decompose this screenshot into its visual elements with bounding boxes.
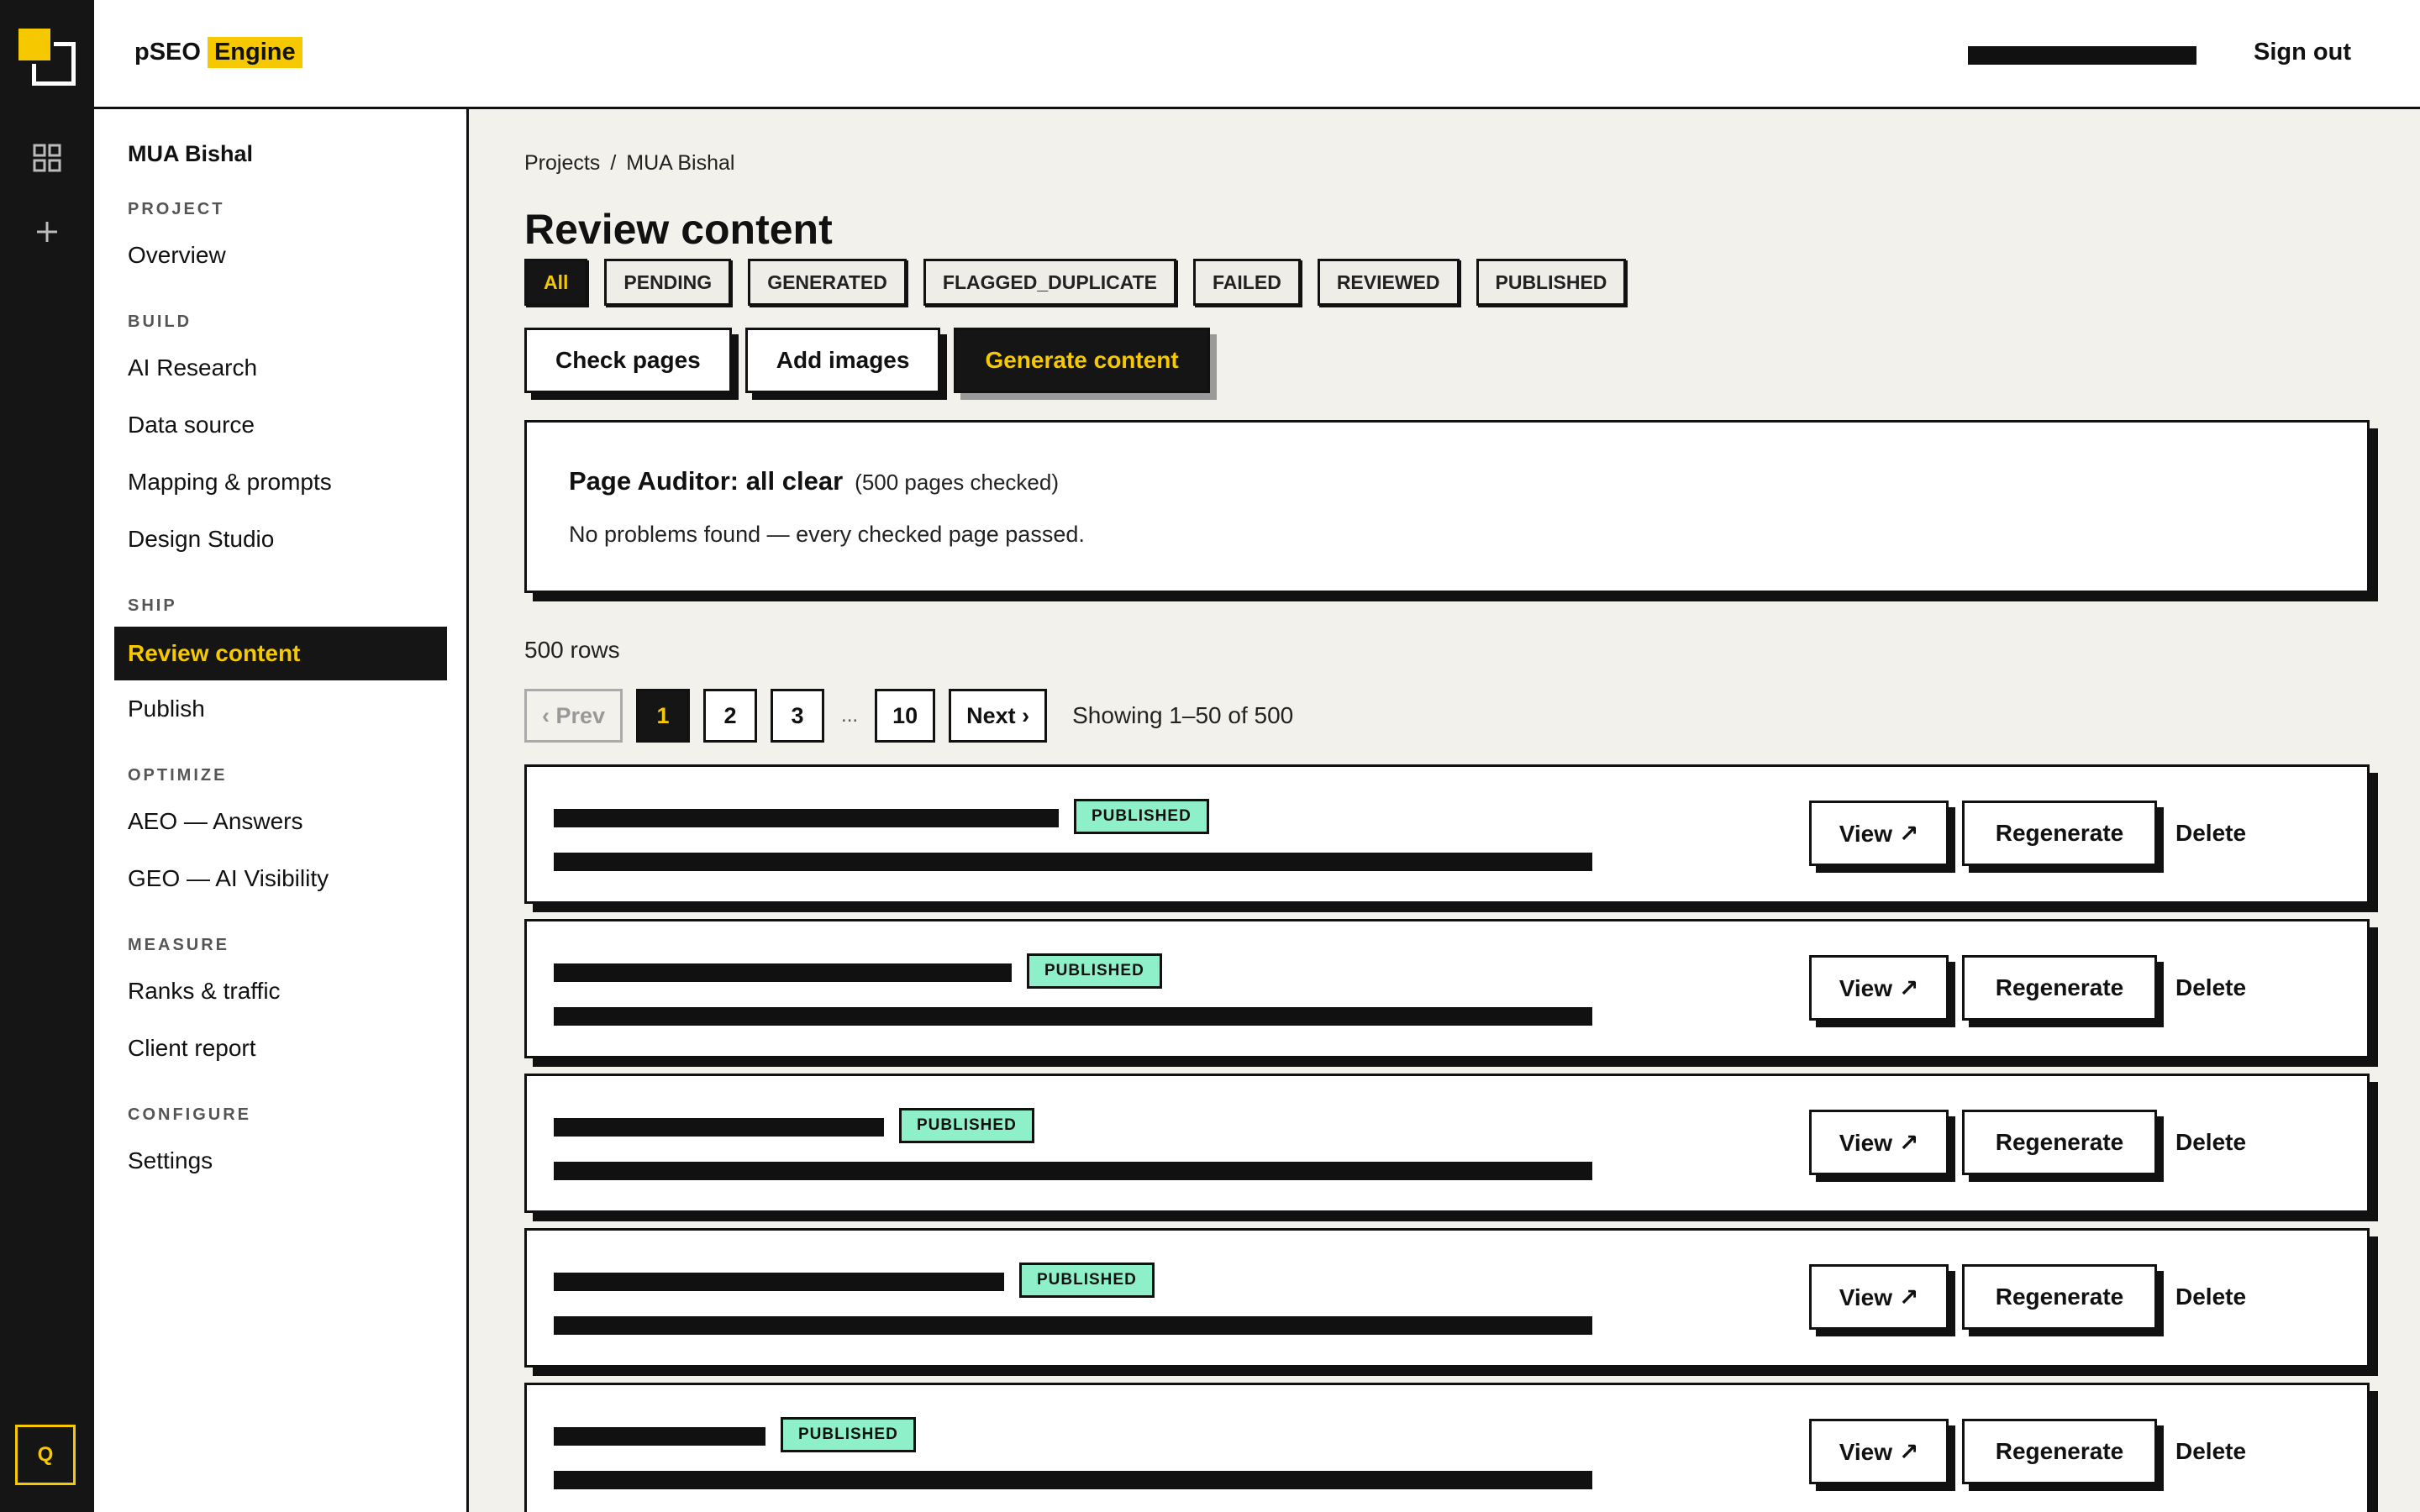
- redacted-row-url: [554, 1471, 1592, 1489]
- breadcrumb-separator: /: [610, 151, 617, 175]
- sidebar-section-ship: SHIP: [128, 596, 177, 615]
- regenerate-button[interactable]: Regenerate: [1962, 955, 2157, 1021]
- delete-button[interactable]: Delete: [2175, 1419, 2246, 1484]
- audit-count: (500 pages checked): [855, 470, 1059, 495]
- breadcrumb-projects-link[interactable]: Projects: [524, 151, 600, 175]
- audit-message: No problems found — every checked page p…: [569, 522, 1085, 547]
- status-badge: PUBLISHED: [1019, 1263, 1155, 1298]
- content-row: PUBLISHED View ↗ Regenerate Delete: [524, 919, 2370, 1058]
- sidebar-item-ranks-traffic[interactable]: Ranks & traffic: [128, 978, 281, 1005]
- quick-action-button[interactable]: Q: [15, 1425, 76, 1485]
- filter-published[interactable]: PUBLISHED: [1476, 259, 1627, 306]
- add-images-button[interactable]: Add images: [744, 328, 941, 393]
- page-button-3[interactable]: 3: [771, 689, 825, 743]
- regenerate-button[interactable]: Regenerate: [1962, 1264, 2157, 1330]
- status-filter-bar: All PENDING GENERATED FLAGGED_DUPLICATE …: [524, 259, 1627, 306]
- generate-content-button[interactable]: Generate content: [954, 328, 1210, 393]
- content-row: PUBLISHED View ↗ Regenerate Delete: [524, 1228, 2370, 1368]
- view-button[interactable]: View ↗: [1809, 801, 1949, 866]
- sidebar-item-settings[interactable]: Settings: [128, 1147, 213, 1174]
- breadcrumb-current: MUA Bishal: [626, 151, 735, 175]
- sidebar-item-aeo-answers[interactable]: AEO — Answers: [128, 808, 303, 835]
- filter-flagged-duplicate[interactable]: FLAGGED_DUPLICATE: [923, 259, 1177, 306]
- page-auditor-panel: Page Auditor: all clear (500 pages checke…: [524, 420, 2370, 593]
- status-badge: PUBLISHED: [781, 1417, 916, 1452]
- view-button[interactable]: View ↗: [1809, 1419, 1949, 1484]
- sidebar-item-mapping-prompts[interactable]: Mapping & prompts: [128, 469, 332, 496]
- status-badge: PUBLISHED: [1027, 953, 1162, 989]
- pagination-showing: Showing 1–50 of 500: [1072, 702, 1294, 728]
- audit-title: Page Auditor: all clear (500 pages checke…: [569, 466, 1059, 496]
- sidebar-item-publish[interactable]: Publish: [128, 696, 205, 722]
- brand-highlight: Engine: [207, 37, 302, 68]
- content-row: PUBLISHED View ↗ Regenerate Delete: [524, 1383, 2370, 1512]
- pagination: ‹ Prev 1 2 3 ... 10 Next › Showing 1–50 …: [524, 689, 1293, 743]
- check-pages-button[interactable]: Check pages: [524, 328, 732, 393]
- regenerate-button[interactable]: Regenerate: [1962, 1419, 2157, 1484]
- prev-page-button[interactable]: ‹ Prev: [524, 689, 623, 743]
- redacted-row-title: [554, 809, 1059, 827]
- page-title: Review content: [524, 206, 833, 253]
- pagination-ellipsis: ...: [841, 704, 859, 727]
- grid-icon[interactable]: [30, 141, 64, 175]
- sidebar-section-build: BUILD: [128, 312, 192, 331]
- sidebar-item-data-source[interactable]: Data source: [128, 412, 255, 438]
- brand-prefix: pSEO: [134, 39, 201, 66]
- status-badge: PUBLISHED: [1074, 799, 1209, 834]
- row-count: 500 rows: [524, 637, 620, 663]
- sidebar-item-ai-research[interactable]: AI Research: [128, 354, 257, 381]
- status-badge: PUBLISHED: [899, 1108, 1034, 1143]
- sidebar-item-design-studio[interactable]: Design Studio: [128, 526, 274, 553]
- filter-failed[interactable]: FAILED: [1193, 259, 1301, 306]
- redacted-row-title: [554, 963, 1012, 982]
- regenerate-button[interactable]: Regenerate: [1962, 801, 2157, 866]
- action-toolbar: Check pages Add images Generate content: [524, 328, 1210, 393]
- brand-wordmark[interactable]: pSEO Engine: [134, 37, 302, 68]
- next-page-button[interactable]: Next ›: [949, 689, 1048, 743]
- redacted-row-url: [554, 1316, 1592, 1335]
- page-button-1[interactable]: 1: [636, 689, 691, 743]
- sidebar-item-geo-ai-visibility[interactable]: GEO — AI Visibility: [128, 865, 329, 892]
- app-logo-icon[interactable]: [15, 25, 77, 87]
- filter-pending[interactable]: PENDING: [604, 259, 732, 306]
- redacted-user-email: [1968, 46, 2196, 65]
- sidebar-item-review-content[interactable]: Review content: [114, 627, 447, 680]
- redacted-row-url: [554, 1007, 1592, 1026]
- redacted-row-title: [554, 1118, 884, 1137]
- delete-button[interactable]: Delete: [2175, 1264, 2246, 1330]
- filter-all[interactable]: All: [524, 259, 588, 306]
- main-content: Projects / MUA Bishal Review content All P…: [471, 109, 2420, 1512]
- plus-icon[interactable]: [30, 215, 64, 249]
- redacted-row-title: [554, 1273, 1004, 1291]
- delete-button[interactable]: Delete: [2175, 801, 2246, 866]
- content-row: PUBLISHED View ↗ Regenerate Delete: [524, 1074, 2370, 1213]
- content-row: PUBLISHED View ↗ Regenerate Delete: [524, 764, 2370, 904]
- sidebar-section-configure: CONFIGURE: [128, 1105, 251, 1124]
- delete-button[interactable]: Delete: [2175, 1110, 2246, 1175]
- redacted-row-title: [554, 1427, 765, 1446]
- filter-reviewed[interactable]: REVIEWED: [1317, 259, 1460, 306]
- redacted-row-url: [554, 1162, 1592, 1180]
- sidebar-item-client-report[interactable]: Client report: [128, 1035, 256, 1062]
- project-sidebar: MUA Bishal PROJECT Overview BUILD AI Res…: [94, 109, 469, 1512]
- delete-button[interactable]: Delete: [2175, 955, 2246, 1021]
- page-button-10[interactable]: 10: [875, 689, 936, 743]
- sign-out-link[interactable]: Sign out: [2254, 39, 2351, 66]
- sidebar-section-optimize: OPTIMIZE: [128, 766, 228, 785]
- top-bar: pSEO Engine Sign out: [94, 0, 2420, 109]
- view-button[interactable]: View ↗: [1809, 955, 1949, 1021]
- sidebar-item-overview[interactable]: Overview: [128, 242, 226, 269]
- view-button[interactable]: View ↗: [1809, 1264, 1949, 1330]
- breadcrumb: Projects / MUA Bishal: [524, 151, 734, 176]
- sidebar-section-measure: MEASURE: [128, 936, 230, 954]
- redacted-row-url: [554, 853, 1592, 871]
- sidebar-project-name: MUA Bishal: [128, 141, 254, 166]
- page-button-2[interactable]: 2: [703, 689, 758, 743]
- regenerate-button[interactable]: Regenerate: [1962, 1110, 2157, 1175]
- left-rail: Q: [0, 0, 94, 1512]
- audit-title-text: Page Auditor: all clear: [569, 466, 844, 496]
- view-button[interactable]: View ↗: [1809, 1110, 1949, 1175]
- sidebar-section-project: PROJECT: [128, 200, 225, 218]
- filter-generated[interactable]: GENERATED: [748, 259, 907, 306]
